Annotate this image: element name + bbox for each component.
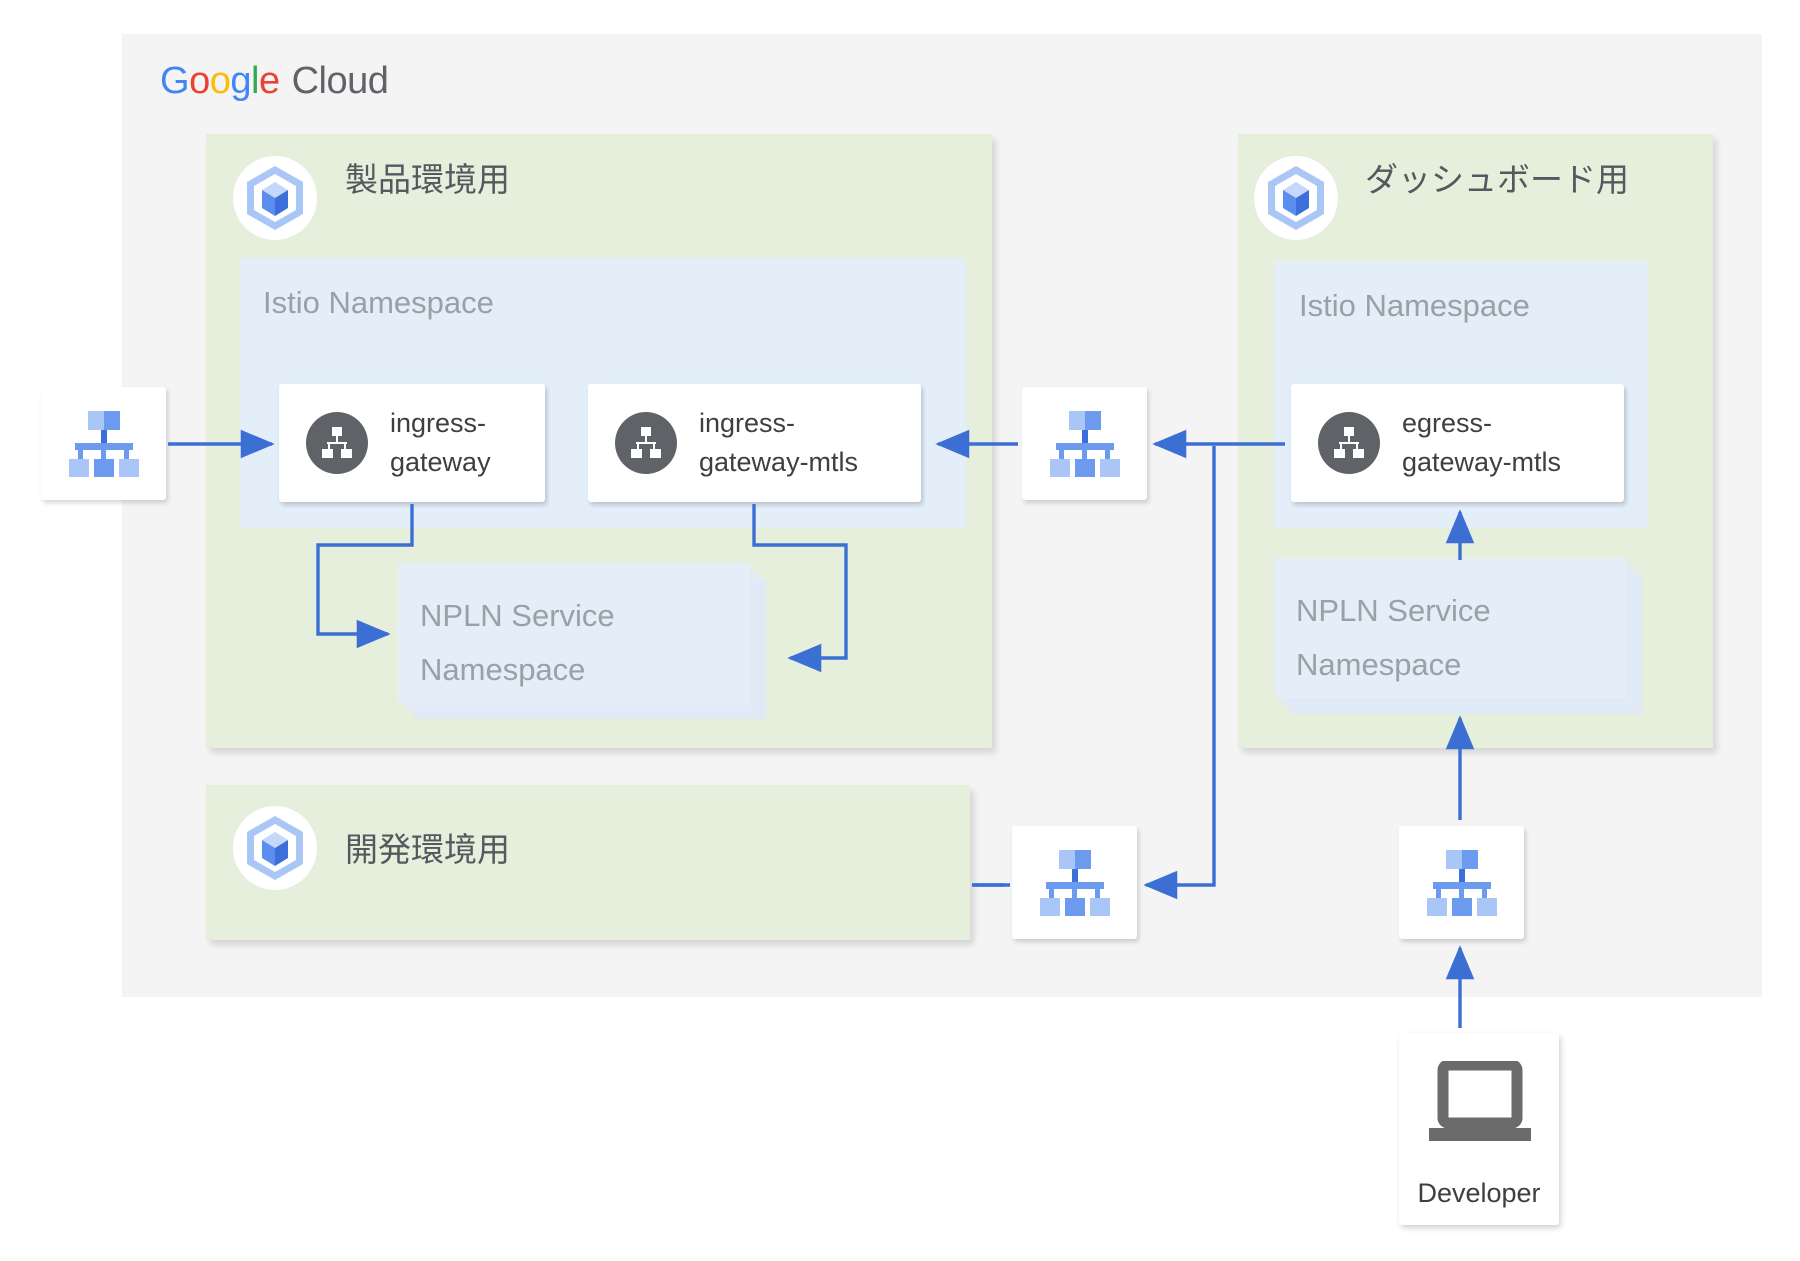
npln-stack-front: NPLN Service Namespace xyxy=(398,563,750,703)
gateway-line2: gateway-mtls xyxy=(1402,447,1562,477)
npln-line1: NPLN Service xyxy=(1296,593,1491,628)
namespace-npln-dashboard: NPLN Service Namespace xyxy=(1274,558,1642,714)
gateway-card-egress-gateway-mtls[interactable]: egress- gateway-mtls xyxy=(1291,384,1624,502)
gateway-line2: gateway xyxy=(390,447,491,477)
namespace-istio-dashboard-title: Istio Namespace xyxy=(1299,288,1530,323)
google-cloud-logo: Google Cloud xyxy=(160,60,389,102)
namespace-npln-prod: NPLN Service Namespace xyxy=(398,563,766,719)
logo-letter-l: l xyxy=(250,60,259,102)
laptop-icon xyxy=(1429,1061,1531,1141)
npln-line1: NPLN Service xyxy=(420,598,615,633)
gke-cluster-icon xyxy=(233,156,317,240)
gateway-line2: gateway-mtls xyxy=(699,447,859,477)
gateway-line1: ingress- xyxy=(699,408,796,438)
gateway-line1: ingress- xyxy=(390,408,487,438)
network-node-middle-top[interactable] xyxy=(1022,387,1147,500)
npln-stack-front: NPLN Service Namespace xyxy=(1274,558,1626,698)
gateway-icon xyxy=(615,412,677,474)
namespace-istio-prod-title: Istio Namespace xyxy=(263,285,494,320)
gke-cluster-icon xyxy=(1254,156,1338,240)
npln-line2: Namespace xyxy=(1296,647,1462,682)
gateway-icon xyxy=(1318,412,1380,474)
gateway-label-ingress-gateway-mtls: ingress- gateway-mtls xyxy=(699,404,858,482)
logo-letter-e: e xyxy=(258,60,280,102)
gateway-card-ingress-gateway-mtls[interactable]: ingress- gateway-mtls xyxy=(588,384,921,502)
network-node-developer[interactable] xyxy=(1399,826,1524,939)
gateway-line1: egress- xyxy=(1402,408,1493,438)
npln-line2: Namespace xyxy=(420,652,586,687)
gateway-card-ingress-gateway[interactable]: ingress- gateway xyxy=(279,384,545,502)
logo-word-cloud: Cloud xyxy=(291,60,389,102)
developer-label: Developer xyxy=(1417,1178,1541,1208)
gateway-label-ingress-gateway: ingress- gateway xyxy=(390,404,491,482)
developer-card[interactable]: Developer xyxy=(1399,1033,1559,1225)
cluster-dev-title: 開発環境用 xyxy=(345,831,510,868)
logo-letter-o2: o xyxy=(209,60,231,102)
logo-letter-o1: o xyxy=(189,60,210,102)
cluster-prod-title: 製品環境用 xyxy=(345,161,510,198)
namespace-npln-dashboard-title: NPLN Service Namespace xyxy=(1296,584,1491,692)
logo-letter-g2: g xyxy=(230,60,251,102)
gateway-label-egress-gateway-mtls: egress- gateway-mtls xyxy=(1402,404,1561,482)
namespace-npln-prod-title: NPLN Service Namespace xyxy=(420,589,615,697)
network-node-external-left[interactable] xyxy=(41,387,166,500)
diagram-canvas: Google Cloud 製品環境用 Istio Namespace ingre… xyxy=(0,0,1800,1261)
cluster-dashboard-title: ダッシュボード用 xyxy=(1365,161,1629,198)
gke-cluster-icon xyxy=(233,806,317,890)
logo-letter-g1: G xyxy=(160,60,190,102)
network-node-middle-bottom[interactable] xyxy=(1012,826,1137,939)
cluster-dev xyxy=(206,785,970,940)
gateway-icon xyxy=(306,412,368,474)
